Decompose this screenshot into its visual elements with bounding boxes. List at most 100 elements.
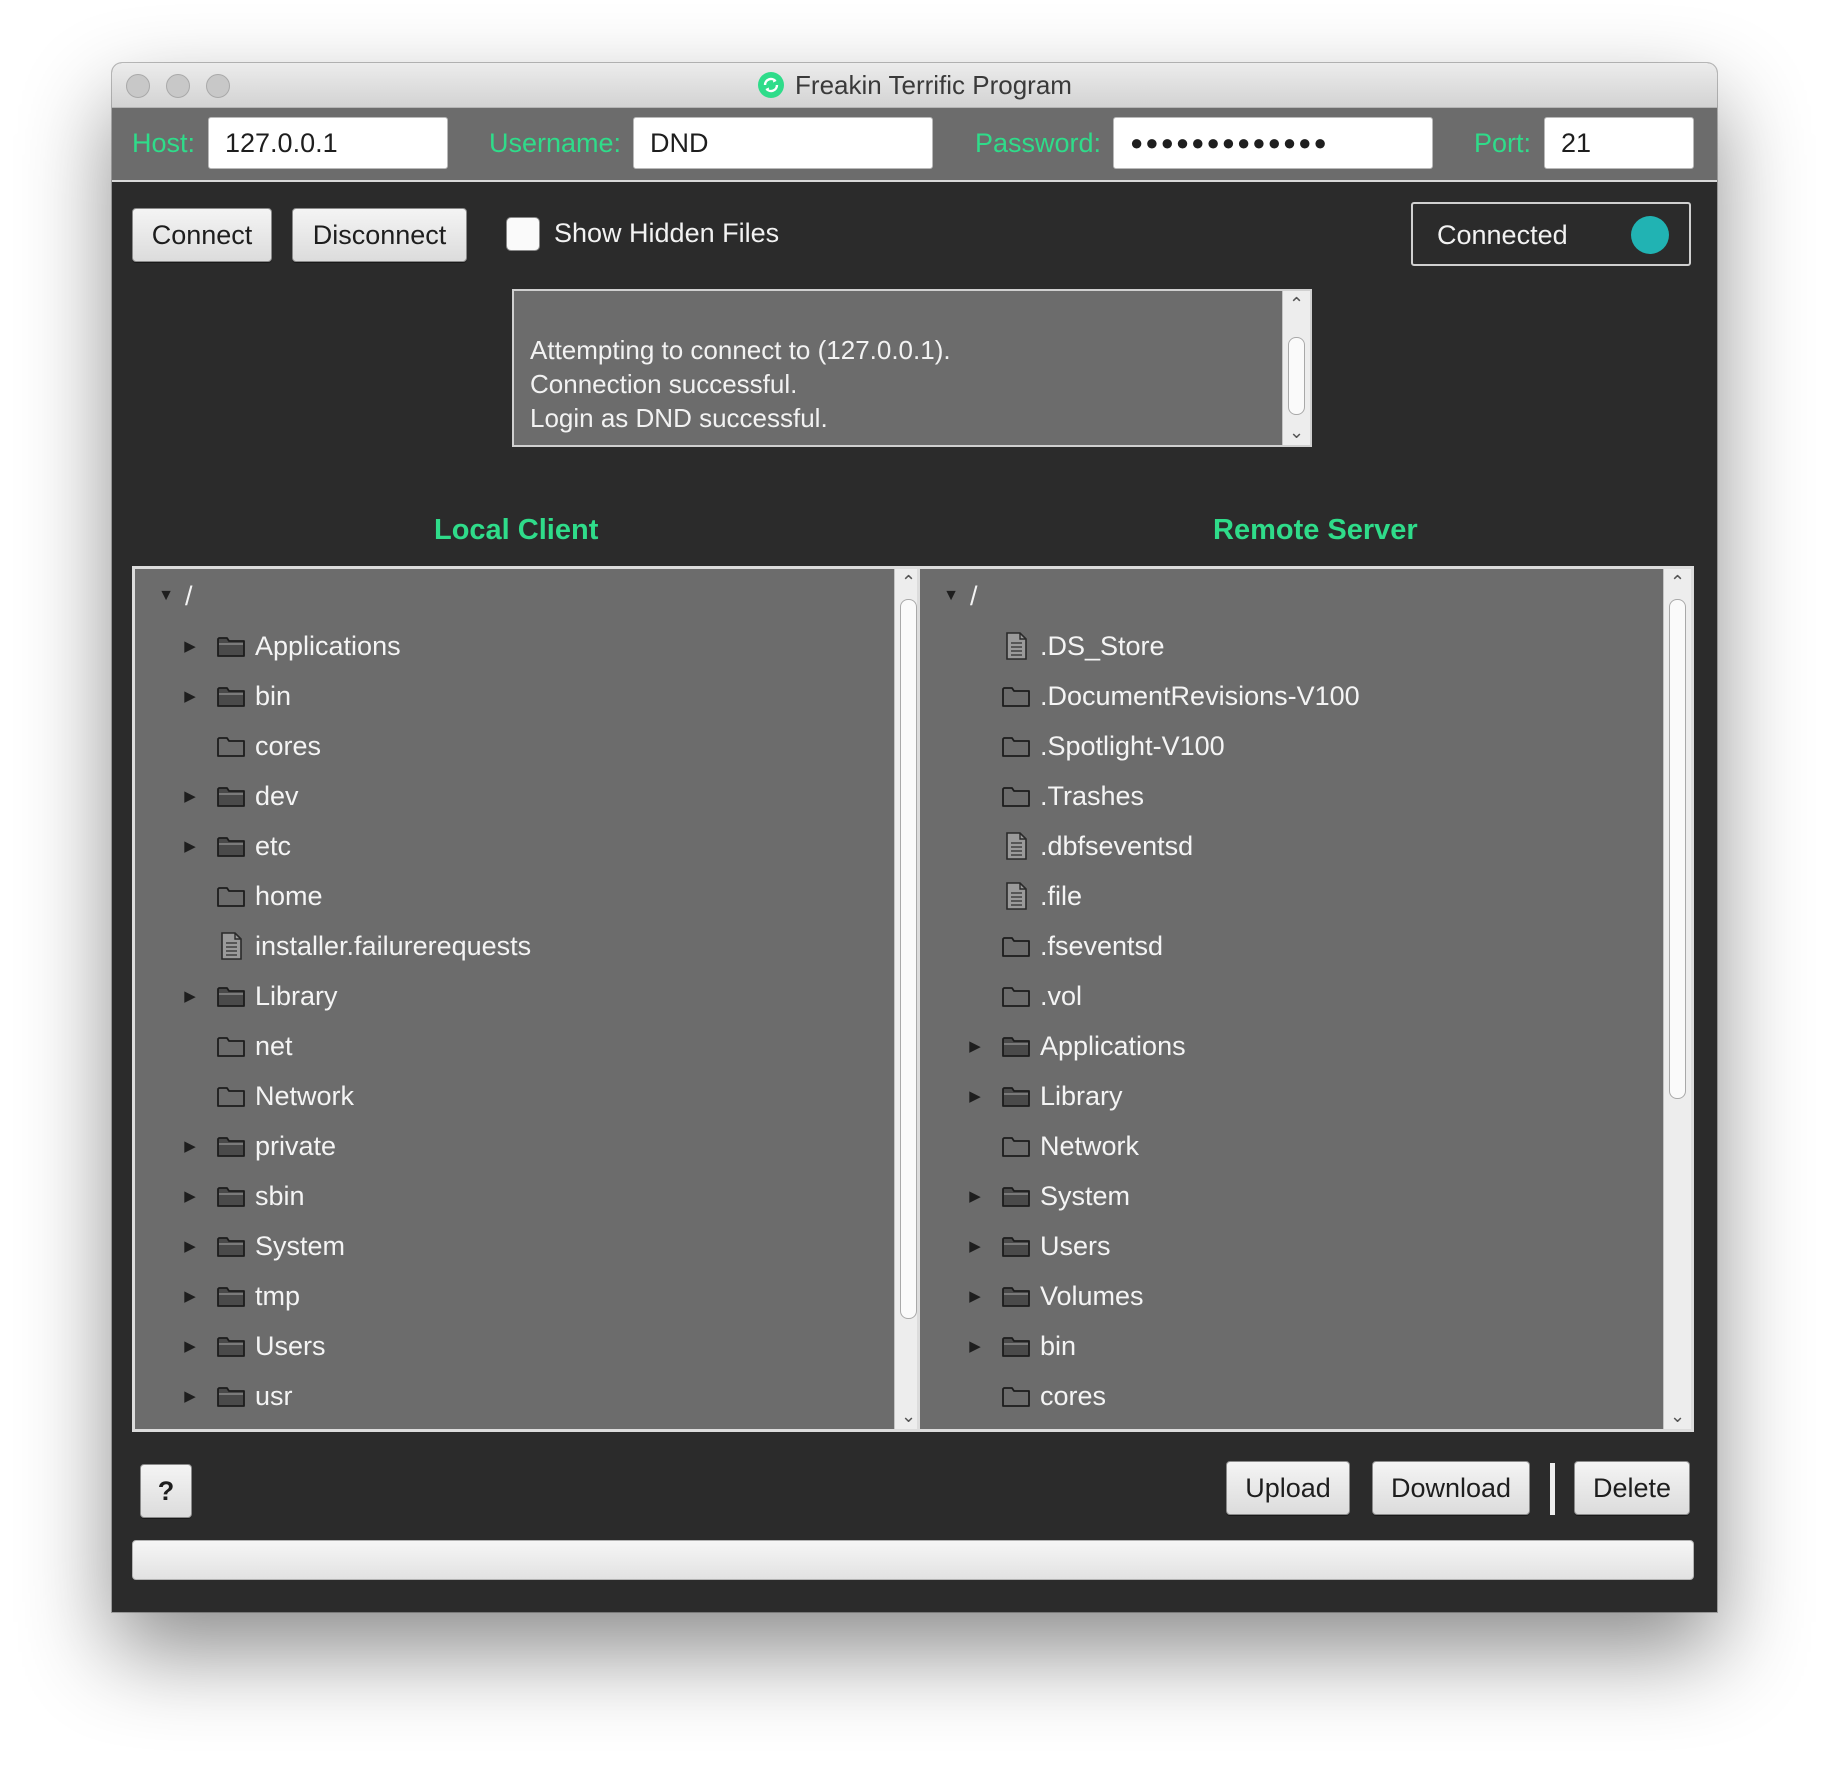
password-label: Password: — [975, 128, 1102, 158]
connect-button[interactable]: Connect — [132, 208, 272, 262]
folder-icon — [217, 1037, 245, 1057]
tree-item[interactable]: ▶ Volumes — [920, 1271, 1691, 1321]
folder-icon — [217, 1237, 245, 1257]
tree-item[interactable]: .Spotlight-V100 — [920, 721, 1691, 771]
tree-item-label: cores — [255, 731, 322, 761]
expand-arrow-icon[interactable]: ▶ — [966, 1087, 984, 1105]
status-text: Connected — [1437, 220, 1568, 250]
tree-item[interactable]: ▶ etc — [135, 821, 922, 871]
expand-arrow-icon[interactable]: ▶ — [181, 1187, 199, 1205]
expand-arrow-icon[interactable]: ▶ — [966, 1287, 984, 1305]
expand-arrow-icon[interactable]: ▶ — [181, 1137, 199, 1155]
collapse-arrow-icon[interactable]: ▼ — [942, 587, 960, 605]
tree-item[interactable]: installer.failurerequests — [135, 921, 922, 971]
expand-arrow-icon[interactable]: ▶ — [181, 637, 199, 655]
port-label: Port: — [1474, 128, 1532, 158]
tree-item-label: .fseventsd — [1040, 931, 1164, 961]
show-hidden-files-checkbox[interactable] — [506, 217, 540, 251]
tree-item[interactable]: ▶ Applications — [135, 621, 922, 671]
tree-item[interactable]: .DocumentRevisions-V100 — [920, 671, 1691, 721]
username-input[interactable] — [633, 117, 933, 169]
log-scroll-thumb[interactable] — [1288, 337, 1305, 415]
delete-button[interactable]: Delete — [1574, 1461, 1690, 1515]
folder-icon — [217, 1287, 245, 1307]
tree-item[interactable]: ▶ bin — [920, 1321, 1691, 1371]
tree-item[interactable]: .fseventsd — [920, 921, 1691, 971]
tree-item[interactable]: Network — [135, 1071, 922, 1121]
tree-item[interactable]: ▶ System — [135, 1221, 922, 1271]
title-bar[interactable]: Freakin Terrific Program — [112, 63, 1717, 108]
show-hidden-files-label[interactable]: Show Hidden Files — [554, 218, 779, 249]
tree-item[interactable]: ▶ usr — [135, 1371, 922, 1421]
tree-item[interactable]: cores — [135, 721, 922, 771]
tree-item-label: Volumes — [1040, 1281, 1144, 1311]
collapse-arrow-icon[interactable]: ▼ — [157, 587, 175, 605]
upload-button[interactable]: Upload — [1226, 1461, 1350, 1515]
tree-item[interactable]: .dbfseventsd — [920, 821, 1691, 871]
tree-item[interactable]: home — [135, 871, 922, 921]
expand-arrow-icon[interactable]: ▶ — [181, 987, 199, 1005]
tree-item[interactable]: net — [135, 1021, 922, 1071]
tree-item[interactable]: ▶ Library — [920, 1071, 1691, 1121]
host-input[interactable] — [208, 117, 448, 169]
tree-item[interactable]: ▶ Applications — [920, 1021, 1691, 1071]
expand-arrow-icon[interactable]: ▶ — [181, 1387, 199, 1405]
tree-item-label: etc — [255, 831, 292, 861]
local-file-tree[interactable]: ⌃ ⌄ ▼ / ▶ Applications ▶ bin cores ▶ dev ▶ etc home… — [132, 566, 925, 1432]
folder-icon — [217, 1137, 245, 1157]
tree-item[interactable]: cores — [920, 1371, 1691, 1421]
log-line: Connection successful. — [530, 369, 798, 399]
tree-item[interactable]: ▶ tmp — [135, 1271, 922, 1321]
expand-arrow-icon[interactable]: ▶ — [181, 1337, 199, 1355]
tree-item[interactable]: ▶ System — [920, 1171, 1691, 1221]
expand-arrow-icon[interactable]: ▶ — [181, 687, 199, 705]
folder-icon — [1002, 1287, 1030, 1307]
scroll-up-icon[interactable]: ⌃ — [1283, 293, 1310, 315]
tree-item[interactable]: ▶ sbin — [135, 1171, 922, 1221]
folder-icon — [1002, 1087, 1030, 1107]
tree-root-row[interactable]: ▼ / — [920, 571, 1691, 621]
folder-icon — [217, 737, 245, 757]
remote-pane-title: Remote Server — [1213, 514, 1418, 546]
log-panel[interactable]: Attempting to connect to (127.0.0.1). Co… — [512, 289, 1312, 447]
tree-item[interactable]: .file — [920, 871, 1691, 921]
remote-file-tree[interactable]: ⌃ ⌄ ▼ / .DS_Store .DocumentRevisions-V100 .S… — [917, 566, 1694, 1432]
tree-item-label: net — [255, 1031, 293, 1061]
scroll-down-icon[interactable]: ⌄ — [1283, 421, 1310, 443]
folder-icon — [217, 787, 245, 807]
folder-icon — [217, 687, 245, 707]
app-window: Freakin Terrific Program Host: Username:… — [112, 63, 1717, 1612]
help-button[interactable]: ? — [140, 1464, 192, 1518]
tree-item[interactable]: ▶ bin — [135, 671, 922, 721]
tree-item[interactable]: ▶ Library — [135, 971, 922, 1021]
expand-arrow-icon[interactable]: ▶ — [966, 1337, 984, 1355]
expand-arrow-icon[interactable]: ▶ — [966, 1237, 984, 1255]
folder-icon — [217, 1387, 245, 1407]
port-input[interactable] — [1544, 117, 1694, 169]
tree-item-label: System — [255, 1231, 346, 1261]
password-input[interactable] — [1113, 117, 1433, 169]
connection-status: Connected — [1411, 202, 1691, 266]
tree-item[interactable]: ▶ dev — [135, 771, 922, 821]
expand-arrow-icon[interactable]: ▶ — [181, 1287, 199, 1305]
expand-arrow-icon[interactable]: ▶ — [181, 837, 199, 855]
expand-arrow-icon[interactable]: ▶ — [966, 1037, 984, 1055]
tree-item[interactable]: Network — [920, 1121, 1691, 1171]
tree-item-label: .Trashes — [1040, 781, 1145, 811]
log-line: Attempting to connect to (127.0.0.1). — [530, 335, 951, 365]
tree-item[interactable]: ▶ Users — [920, 1221, 1691, 1271]
download-button[interactable]: Download — [1372, 1461, 1530, 1515]
tree-item[interactable]: ▶ private — [135, 1121, 922, 1171]
folder-icon — [217, 1087, 245, 1107]
folder-icon — [1002, 1237, 1030, 1257]
expand-arrow-icon[interactable]: ▶ — [966, 1187, 984, 1205]
disconnect-button[interactable]: Disconnect — [292, 208, 467, 262]
expand-arrow-icon[interactable]: ▶ — [181, 787, 199, 805]
tree-root-row[interactable]: ▼ / — [135, 571, 922, 621]
tree-item[interactable]: .DS_Store — [920, 621, 1691, 671]
tree-item[interactable]: .vol — [920, 971, 1691, 1021]
tree-item[interactable]: .Trashes — [920, 771, 1691, 821]
expand-arrow-icon[interactable]: ▶ — [181, 1237, 199, 1255]
tree-item[interactable]: ▶ Users — [135, 1321, 922, 1371]
log-scrollbar[interactable]: ⌃ ⌄ — [1282, 291, 1310, 445]
